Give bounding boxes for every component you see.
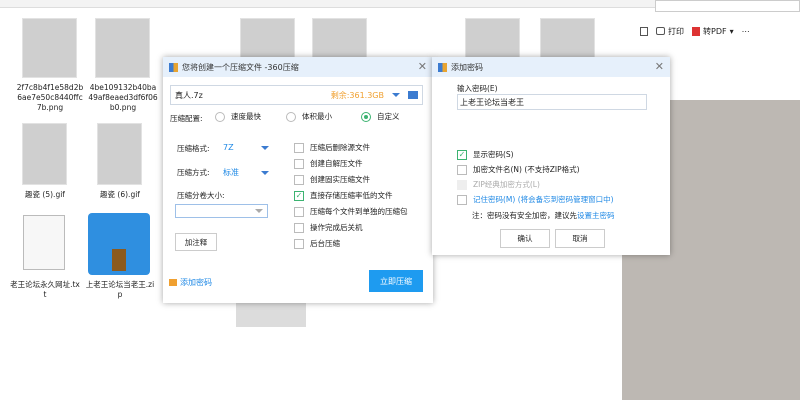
file-thumbnail[interactable] — [22, 123, 67, 185]
lock-icon — [169, 279, 177, 286]
close-icon[interactable]: ✕ — [418, 60, 427, 73]
filename-field[interactable]: 真人.7z 剩余:361.3GB — [170, 85, 423, 105]
encrypt-filenames-checkbox[interactable]: 加密文件名(N) (不支持ZIP格式) — [457, 164, 580, 175]
zip-file-icon[interactable] — [88, 213, 150, 275]
file-thumbnail[interactable] — [312, 18, 367, 60]
zip-classic-encryption-checkbox: ZIP经典加密方式(L) — [457, 179, 540, 190]
save-icon[interactable] — [640, 26, 648, 36]
printer-icon — [656, 27, 665, 35]
add-password-link[interactable]: 添加密码 — [169, 277, 212, 288]
method-select[interactable]: 标准 — [223, 167, 269, 178]
file-name: 老王论坛永久网址.txt — [10, 280, 80, 299]
dialog-title-bar: 您将创建一个压缩文件 -360压缩 — [163, 57, 433, 77]
app-icon — [169, 62, 178, 72]
more-icon[interactable]: ⋯ — [742, 27, 750, 36]
add-comment-button[interactable]: 加注释 — [175, 233, 217, 251]
chevron-down-icon — [261, 170, 269, 175]
compress-now-button[interactable]: 立即压缩 — [369, 270, 423, 292]
file-thumbnail[interactable] — [540, 18, 595, 60]
radio-fastest[interactable]: 速度最快 — [215, 111, 261, 122]
confirm-button[interactable]: 确认 — [500, 229, 550, 248]
option-shutdown[interactable]: 操作完成后关机 — [294, 222, 363, 233]
remember-password-checkbox[interactable]: 记住密码(M) (将会备忘到密码管理窗口中) — [457, 194, 614, 205]
cancel-button[interactable]: 取消 — [555, 229, 605, 248]
file-name: 4be109132b40ba49af8eaed3df6f06b0.png — [88, 83, 158, 112]
dialog-title-bar: 添加密码 — [432, 57, 670, 77]
file-name: 趣瓷 (5).gif — [25, 190, 65, 199]
note: 注：密码没有安全加密，建议先设置主密码 — [472, 211, 615, 220]
option-solid[interactable]: 创建固实压缩文件 — [294, 174, 370, 185]
file-name: 2f7c8b4f1e58d2b6ae7e50c8440ffc7b.png — [16, 83, 84, 112]
set-master-password-link[interactable]: 设置主密码 — [577, 211, 615, 220]
radio-custom[interactable]: 自定义 — [361, 111, 400, 122]
option-background[interactable]: 后台压缩 — [294, 238, 340, 249]
free-space: 剩余:361.3GB — [330, 90, 384, 100]
app-icon — [438, 62, 447, 72]
chevron-down-icon[interactable] — [392, 93, 400, 97]
file-thumbnail[interactable] — [22, 18, 77, 78]
file-name: 上老王论坛当老王.zip — [85, 280, 155, 299]
show-password-checkbox[interactable]: ✓ 显示密码(S) — [457, 149, 514, 160]
chevron-down-icon — [255, 209, 263, 213]
format-select[interactable]: 7Z — [223, 143, 269, 152]
compress-dialog: 您将创建一个压缩文件 -360压缩 ✕ 真人.7z 剩余:361.3GB 压缩配… — [163, 57, 433, 303]
zip-lock-icon — [112, 249, 126, 271]
search-input[interactable] — [655, 0, 800, 12]
file-thumbnail[interactable] — [240, 18, 295, 60]
option-store-low-ratio[interactable]: ✓ 直接存储压缩率低的文件 — [294, 190, 393, 201]
to-pdf-button[interactable]: 转PDF ▾ — [692, 26, 734, 37]
file-name: 趣瓷 (6).gif — [100, 190, 140, 199]
folder-icon[interactable] — [408, 91, 418, 99]
text-file-icon[interactable] — [23, 215, 65, 270]
file-thumbnail[interactable] — [97, 123, 142, 185]
password-dialog: 添加密码 ✕ 输入密码(E) 上老王论坛当老王 ✓ 显示密码(S) 加密文件名(N… — [432, 57, 670, 255]
option-self-extract[interactable]: 创建自解压文件 — [294, 158, 363, 169]
file-thumbnail[interactable] — [465, 18, 520, 60]
option-delete-source[interactable]: 压缩后删除源文件 — [294, 142, 370, 153]
pdf-icon — [692, 26, 700, 36]
file-thumbnail[interactable] — [95, 18, 150, 78]
option-separate-archives[interactable]: 压缩每个文件到单独的压缩包 — [294, 206, 408, 217]
split-size-select[interactable] — [175, 204, 268, 218]
print-button[interactable]: 打印 — [656, 26, 684, 37]
chevron-down-icon — [261, 145, 269, 150]
password-input[interactable]: 上老王论坛当老王 — [457, 94, 647, 110]
radio-smallest[interactable]: 体积最小 — [286, 111, 332, 122]
toolbar: 打印 转PDF ▾ ⋯ — [640, 22, 800, 40]
close-icon[interactable]: ✕ — [655, 60, 664, 73]
